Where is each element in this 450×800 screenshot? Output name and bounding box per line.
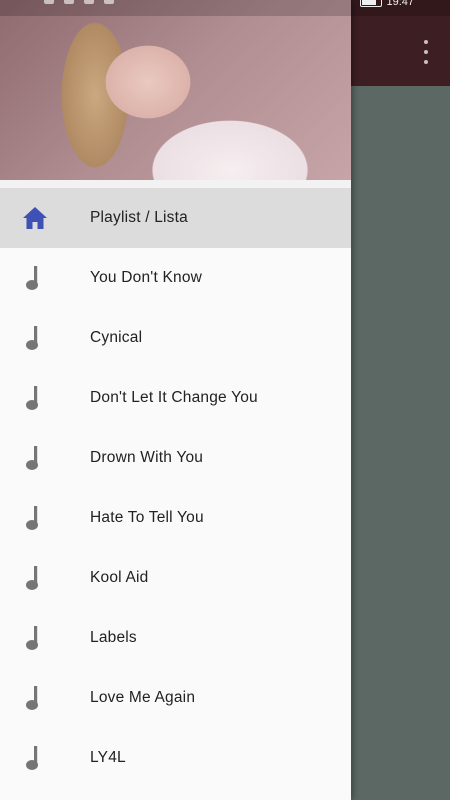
- music-note-icon: [0, 368, 90, 428]
- menu-item-song[interactable]: You Don't Know: [0, 248, 351, 308]
- menu-item-label: Don't Let It Change You: [90, 389, 258, 406]
- menu-item-label: Labels: [90, 629, 137, 646]
- music-note-icon: [0, 428, 90, 488]
- status-time: 19:47: [386, 0, 414, 8]
- menu-item-label: Playlist / Lista: [90, 209, 188, 226]
- drawer-header-image: [0, 0, 351, 180]
- signal-icon: [44, 0, 54, 4]
- menu-item-label: Love Me Again: [90, 689, 196, 706]
- menu-item-label: Cynical: [90, 329, 143, 346]
- menu-item-playlist[interactable]: Playlist / Lista: [0, 188, 351, 248]
- music-note-icon: [0, 308, 90, 368]
- overflow-menu-icon[interactable]: [416, 40, 436, 64]
- notification-icons: [44, 0, 114, 4]
- battery-icon: [360, 0, 383, 7]
- menu-item-song[interactable]: Don't Let It Change You: [0, 368, 351, 428]
- music-note-icon: [0, 728, 90, 788]
- menu-item-label: Drown With You: [90, 449, 204, 466]
- drawer-menu-list: Playlist / Lista You Don't Know Cynical …: [0, 188, 351, 788]
- menu-item-label: You Don't Know: [90, 269, 203, 286]
- menu-item-song[interactable]: Cynical: [0, 308, 351, 368]
- music-note-icon: [0, 548, 90, 608]
- menu-item-song[interactable]: LY4L: [0, 728, 351, 788]
- menu-item-label: LY4L: [90, 749, 126, 766]
- music-note-icon: [0, 608, 90, 668]
- menu-item-song[interactable]: Love Me Again: [0, 668, 351, 728]
- music-note-icon: [0, 488, 90, 548]
- navigation-drawer: Playlist / Lista You Don't Know Cynical …: [0, 0, 351, 800]
- music-note-icon: [0, 668, 90, 728]
- notification-icon: [84, 0, 94, 4]
- notification-icon: [104, 0, 114, 4]
- status-bar: 19:47: [0, 0, 450, 16]
- home-icon: [0, 188, 90, 248]
- header-divider: [0, 180, 351, 188]
- status-right: 19:47: [360, 0, 414, 8]
- menu-item-song[interactable]: Kool Aid: [0, 548, 351, 608]
- menu-item-label: Kool Aid: [90, 569, 149, 586]
- menu-item-song[interactable]: Labels: [0, 608, 351, 668]
- music-note-icon: [0, 248, 90, 308]
- menu-item-song[interactable]: Drown With You: [0, 428, 351, 488]
- notification-icon: [64, 0, 74, 4]
- menu-item-song[interactable]: Hate To Tell You: [0, 488, 351, 548]
- menu-item-label: Hate To Tell You: [90, 509, 204, 526]
